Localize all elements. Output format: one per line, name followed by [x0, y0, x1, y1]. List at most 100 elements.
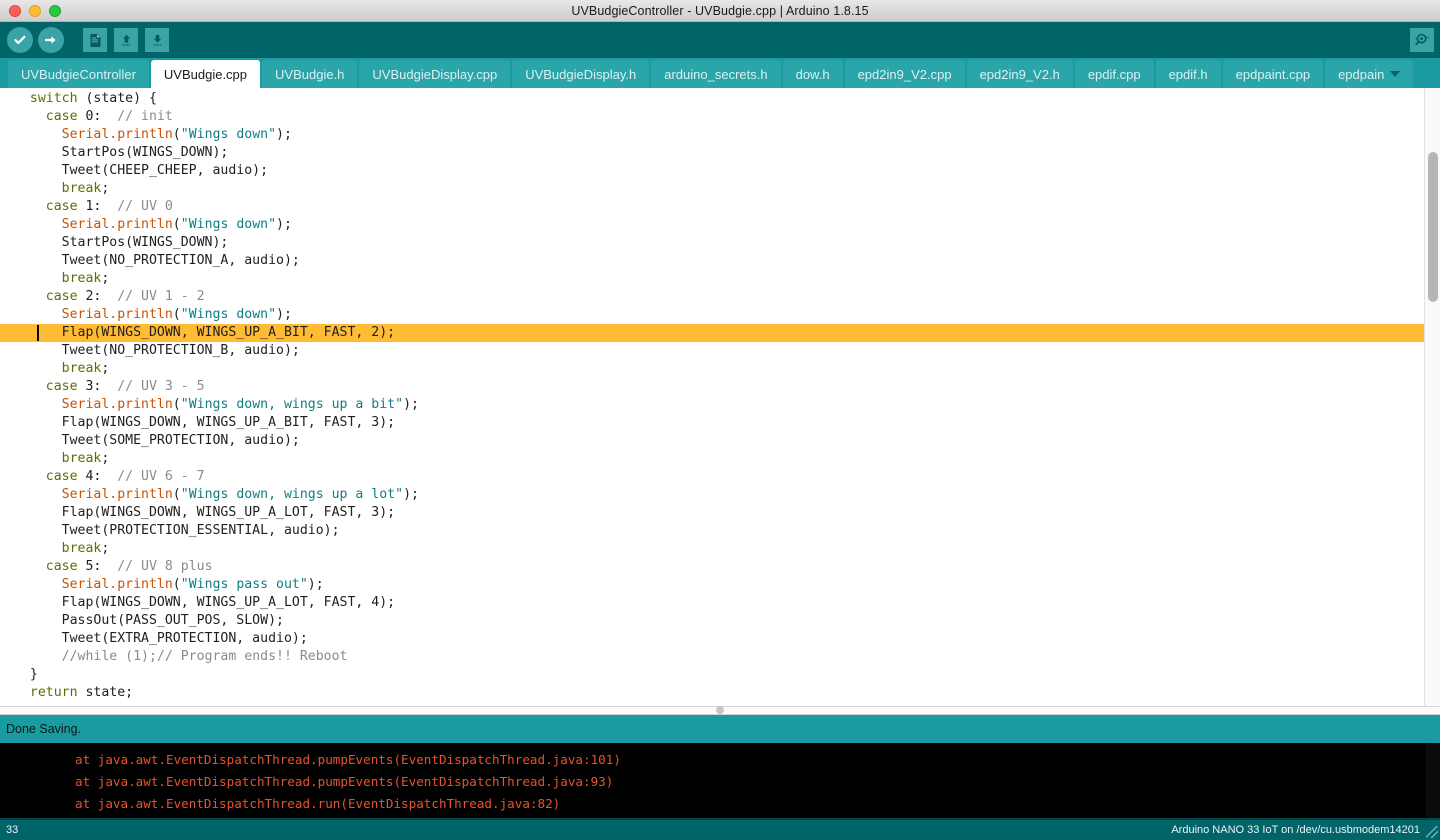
- sketch-tab-10[interactable]: epdif.h: [1155, 60, 1221, 88]
- sketch-tab-0[interactable]: UVBudgieController: [8, 60, 149, 88]
- board-port-info: Arduino NANO 33 IoT on /dev/cu.usbmodem1…: [1171, 824, 1420, 836]
- code-line[interactable]: PassOut(PASS_OUT_POS, SLOW);: [0, 612, 1424, 630]
- code-line[interactable]: Serial.println("Wings down");: [0, 216, 1424, 234]
- code-line[interactable]: Flap(WINGS_DOWN, WINGS_UP_A_BIT, FAST, 3…: [0, 414, 1424, 432]
- close-button-icon[interactable]: [9, 4, 21, 17]
- code-line[interactable]: case 5: // UV 8 plus: [0, 558, 1424, 576]
- code-token: Tweet(PROTECTION_ESSENTIAL, audio);: [14, 523, 340, 538]
- code-token: (: [172, 307, 181, 322]
- sketch-tab-1[interactable]: UVBudgie.cpp: [150, 60, 261, 88]
- sketch-tab-label: epdif.cpp: [1087, 66, 1141, 82]
- code-line[interactable]: Serial.println("Wings down, wings up a l…: [0, 486, 1424, 504]
- editor-scrollbar-thumb[interactable]: [1428, 152, 1438, 302]
- console-line: at java.awt.EventDispatchThread.pumpEven…: [75, 751, 621, 767]
- serial-monitor-button[interactable]: [1410, 28, 1434, 52]
- sketch-tab-12[interactable]: epdpain: [1325, 60, 1414, 88]
- code-line[interactable]: Tweet(CHEEP_CHEEP, audio);: [0, 162, 1424, 180]
- code-token: Flap(WINGS_DOWN, WINGS_UP_A_LOT, FAST, 3…: [14, 505, 396, 520]
- code-line[interactable]: case 0: // init: [0, 108, 1424, 126]
- sketch-tab-6[interactable]: dow.h: [782, 60, 843, 88]
- resize-grip-icon[interactable]: [1426, 826, 1438, 838]
- code-line[interactable]: Flap(WINGS_DOWN, WINGS_UP_A_LOT, FAST, 4…: [0, 594, 1424, 612]
- maximize-button-icon[interactable]: [49, 4, 61, 17]
- code-line[interactable]: break;: [0, 540, 1424, 558]
- open-sketch-button[interactable]: [112, 26, 140, 54]
- code-line[interactable]: Serial.println("Wings down");: [0, 126, 1424, 144]
- code-line[interactable]: Tweet(SOME_PROTECTION, audio);: [0, 432, 1424, 450]
- code-line[interactable]: StartPos(WINGS_DOWN);: [0, 144, 1424, 162]
- status-message-bar: Done Saving.: [0, 714, 1440, 743]
- new-sketch-button[interactable]: [81, 26, 109, 54]
- code-token: "Wings down, wings up a bit": [180, 397, 404, 412]
- code-line[interactable]: return state;: [0, 684, 1424, 702]
- code-line[interactable]: case 2: // UV 1 - 2: [0, 288, 1424, 306]
- sketch-tab-4[interactable]: UVBudgieDisplay.h: [512, 60, 650, 88]
- code-line[interactable]: break;: [0, 180, 1424, 198]
- code-token: // UV 8 plus: [117, 559, 213, 574]
- sketch-tab-label: epdif.h: [1168, 66, 1208, 82]
- sketch-tab-label: arduino_secrets.h: [664, 66, 768, 82]
- upload-button[interactable]: [37, 26, 65, 54]
- code-token: ;: [101, 271, 110, 286]
- code-line[interactable]: Flap(WINGS_DOWN, WINGS_UP_A_BIT, FAST, 2…: [0, 324, 1424, 342]
- code-token: StartPos(WINGS_DOWN);: [14, 235, 229, 250]
- code-token: break: [61, 451, 102, 466]
- sketch-tab-label: epd2in9_V2.h: [979, 66, 1060, 82]
- code-line[interactable]: case 4: // UV 6 - 7: [0, 468, 1424, 486]
- code-line[interactable]: case 1: // UV 0: [0, 198, 1424, 216]
- console-output[interactable]: at java.awt.EventDispatchThread.pumpEven…: [0, 742, 1440, 818]
- code-line[interactable]: StartPos(WINGS_DOWN);: [0, 234, 1424, 252]
- save-sketch-button[interactable]: [143, 26, 171, 54]
- sketch-tab-7[interactable]: epd2in9_V2.cpp: [844, 60, 965, 88]
- code-line[interactable]: //while (1);// Program ends!! Reboot: [0, 648, 1424, 666]
- code-token: Flap(WINGS_DOWN, WINGS_UP_A_BIT, FAST, 2…: [14, 325, 396, 340]
- code-line[interactable]: break;: [0, 450, 1424, 468]
- code-token: return: [29, 685, 78, 700]
- sketch-tab-5[interactable]: arduino_secrets.h: [651, 60, 781, 88]
- code-token: case: [45, 379, 78, 394]
- sketch-tab-3[interactable]: UVBudgieDisplay.cpp: [359, 60, 511, 88]
- code-line[interactable]: }: [0, 666, 1424, 684]
- code-token: Serial.println: [61, 217, 173, 232]
- code-token: 0:: [77, 109, 118, 124]
- splitter-grip-icon[interactable]: [716, 706, 724, 714]
- code-line[interactable]: Serial.println("Wings down");: [0, 306, 1424, 324]
- console-scrollbar[interactable]: [1426, 742, 1440, 818]
- code-line[interactable]: Tweet(NO_PROTECTION_B, audio);: [0, 342, 1424, 360]
- code-line[interactable]: break;: [0, 360, 1424, 378]
- code-token: "Wings pass out": [180, 577, 308, 592]
- editor-console-splitter[interactable]: [0, 705, 1440, 715]
- code-content[interactable]: switch (state) { case 0: // init Serial.…: [0, 88, 1424, 706]
- code-token: ;: [101, 181, 110, 196]
- minimize-button-icon[interactable]: [29, 4, 41, 17]
- code-line[interactable]: Tweet(PROTECTION_ESSENTIAL, audio);: [0, 522, 1424, 540]
- sketch-tab-label: UVBudgieDisplay.cpp: [372, 66, 498, 82]
- code-token: );: [276, 217, 292, 232]
- code-line[interactable]: Flap(WINGS_DOWN, WINGS_UP_A_LOT, FAST, 3…: [0, 504, 1424, 522]
- verify-button[interactable]: [6, 26, 34, 54]
- save-down-arrow-icon: [145, 28, 169, 52]
- code-line[interactable]: switch (state) {: [0, 90, 1424, 108]
- sketch-tab-9[interactable]: epdif.cpp: [1074, 60, 1154, 88]
- code-line[interactable]: Serial.println("Wings down, wings up a b…: [0, 396, 1424, 414]
- code-line[interactable]: Tweet(NO_PROTECTION_A, audio);: [0, 252, 1424, 270]
- code-editor[interactable]: switch (state) { case 0: // init Serial.…: [0, 88, 1440, 706]
- code-line[interactable]: Tweet(EXTRA_PROTECTION, audio);: [0, 630, 1424, 648]
- sketch-tab-8[interactable]: epd2in9_V2.h: [966, 60, 1073, 88]
- chevron-down-icon[interactable]: [1390, 71, 1401, 77]
- code-line[interactable]: case 3: // UV 3 - 5: [0, 378, 1424, 396]
- sketch-tab-2[interactable]: UVBudgie.h: [262, 60, 358, 88]
- editor-vertical-scrollbar[interactable]: [1424, 88, 1440, 706]
- code-token: break: [61, 541, 102, 556]
- sketch-tab-11[interactable]: epdpaint.cpp: [1222, 60, 1324, 88]
- code-line[interactable]: Serial.println("Wings pass out");: [0, 576, 1424, 594]
- code-line[interactable]: break;: [0, 270, 1424, 288]
